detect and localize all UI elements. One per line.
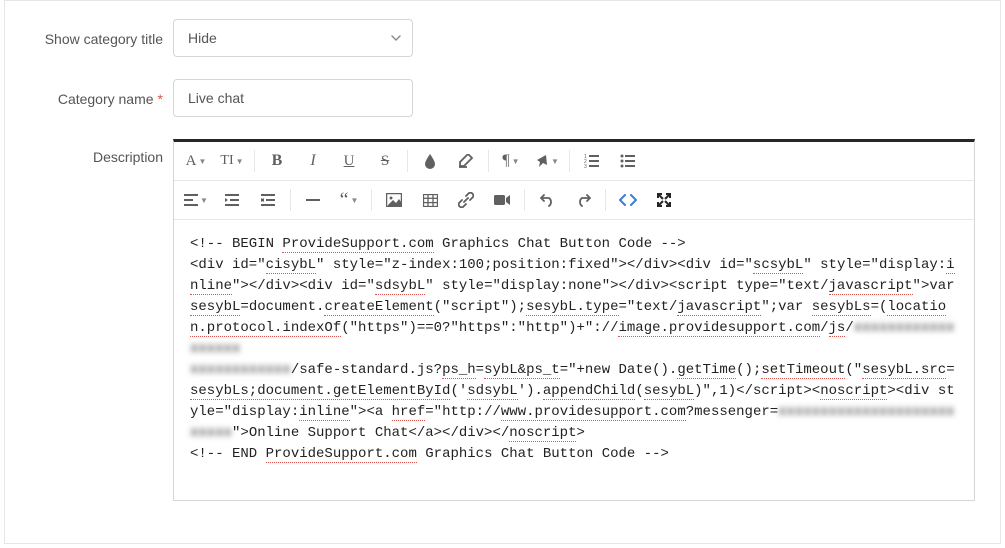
- font-size-button[interactable]: TI▼: [214, 144, 250, 178]
- strikethrough-button[interactable]: S: [367, 144, 403, 178]
- font-family-button[interactable]: A▼: [178, 144, 214, 178]
- label-show-category-title: Show category title: [25, 29, 173, 47]
- ordered-list-button[interactable]: 123: [574, 144, 610, 178]
- quote-button[interactable]: “▼: [331, 183, 367, 217]
- separator: [605, 189, 606, 211]
- text-color-button[interactable]: [412, 144, 448, 178]
- rich-text-editor: A▼ TI▼ B I U S ¶▼ ▼ 123 ▼: [173, 139, 975, 501]
- row-description: Description A▼ TI▼ B I U S ¶▼ ▼ 123: [25, 139, 980, 501]
- fullscreen-button[interactable]: [646, 183, 682, 217]
- separator: [569, 150, 570, 172]
- italic-button[interactable]: I: [295, 144, 331, 178]
- inline-style-button[interactable]: ▼: [529, 144, 565, 178]
- separator: [290, 189, 291, 211]
- select-value: Hide: [188, 30, 217, 46]
- separator: [407, 150, 408, 172]
- paragraph-format-button[interactable]: ¶▼: [493, 144, 529, 178]
- editor-content-area[interactable]: <!-- BEGIN ProvideSupport.com Graphics C…: [174, 220, 974, 500]
- separator: [371, 189, 372, 211]
- editor-toolbar-row-2: ▼ “▼: [174, 181, 974, 220]
- label-category-name: Category name*: [25, 89, 173, 107]
- separator: [254, 150, 255, 172]
- horizontal-rule-button[interactable]: [295, 183, 331, 217]
- underline-button[interactable]: U: [331, 144, 367, 178]
- code-view-button[interactable]: [610, 183, 646, 217]
- table-button[interactable]: [412, 183, 448, 217]
- select-show-category-title[interactable]: Hide: [173, 19, 413, 57]
- bold-button[interactable]: B: [259, 144, 295, 178]
- settings-panel: Show category title Hide Category name* …: [4, 0, 1001, 544]
- editor-toolbar-row-1: A▼ TI▼ B I U S ¶▼ ▼ 123: [174, 142, 974, 181]
- indent-button[interactable]: [250, 183, 286, 217]
- separator: [524, 189, 525, 211]
- unordered-list-button[interactable]: [610, 144, 646, 178]
- category-name-input[interactable]: [173, 79, 413, 117]
- required-asterisk: *: [158, 91, 163, 107]
- svg-text:3: 3: [584, 164, 587, 168]
- clear-formatting-button[interactable]: [448, 144, 484, 178]
- separator: [488, 150, 489, 172]
- undo-button[interactable]: [529, 183, 565, 217]
- row-category-name: Category name*: [25, 79, 980, 117]
- align-button[interactable]: ▼: [178, 183, 214, 217]
- video-button[interactable]: [484, 183, 520, 217]
- row-show-category-title: Show category title Hide: [25, 19, 980, 57]
- redo-button[interactable]: [565, 183, 601, 217]
- link-button[interactable]: [448, 183, 484, 217]
- redacted-text: xxxxxxxxxxxx: [190, 362, 291, 378]
- label-description: Description: [25, 139, 173, 165]
- outdent-button[interactable]: [214, 183, 250, 217]
- image-button[interactable]: [376, 183, 412, 217]
